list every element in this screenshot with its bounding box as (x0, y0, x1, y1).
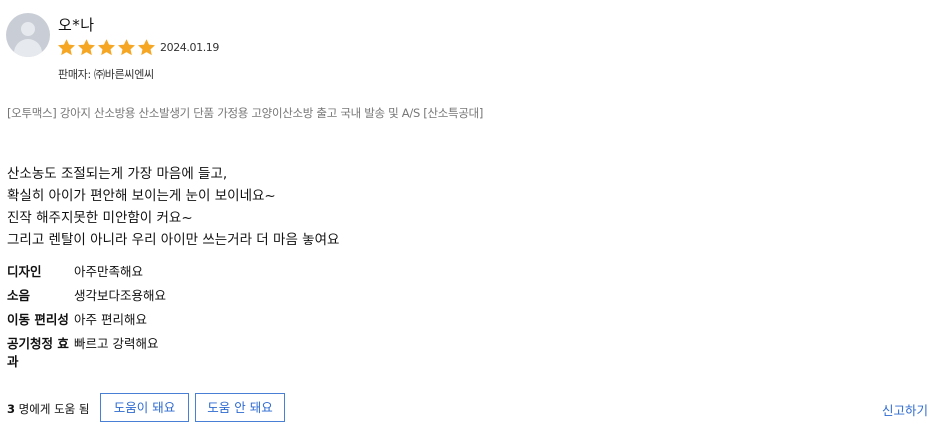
attribute-value: 빠르고 강력해요 (74, 336, 159, 351)
review-content: 산소농도 조절되는게 가장 마음에 들고, 확실히 아이가 편안해 보이는게 눈… (7, 163, 339, 251)
product-option: [오투맥스] 강아지 산소방용 산소발생기 단품 가정용 고양이산소방 출고 국… (7, 106, 484, 120)
review-content-line: 그리고 렌탈이 아니라 우리 아이만 쓰는거라 더 마음 놓여요 (7, 232, 340, 248)
star-icon (97, 38, 116, 57)
avatar-head (21, 22, 35, 36)
review-content-line: 진작 해주지못한 미안함이 커요~ (7, 210, 193, 226)
attribute-label: 소음 (7, 288, 31, 303)
attribute-value: 아주만족해요 (74, 264, 144, 279)
attribute-label: 공기청정 효 과 (7, 335, 73, 371)
star-icon (137, 38, 156, 57)
review-content-line: 산소농도 조절되는게 가장 마음에 들고, (7, 166, 228, 182)
helpful-count-suffix: 명에게 도움 됨 (15, 402, 90, 416)
star-icon (117, 38, 136, 57)
seller-name: 판매자: ㈜바른씨엔씨 (58, 68, 154, 81)
attribute-label: 이동 편리성 (7, 312, 69, 327)
star-icon (57, 38, 76, 57)
review-rating: 2024.01.19 (57, 38, 219, 57)
helpful-count-number: 3 (7, 402, 16, 416)
star-icon (77, 38, 96, 57)
review-content-line: 확실히 아이가 편안해 보이는게 눈이 보이네요~ (7, 188, 276, 204)
attribute-label: 디자인 (7, 264, 42, 279)
attribute-label-line: 공기청정 효 (7, 336, 69, 351)
review-date: 2024.01.19 (160, 41, 219, 54)
report-link[interactable]: 신고하기 (882, 400, 928, 419)
avatar (6, 13, 50, 57)
attribute-value: 아주 편리해요 (74, 312, 147, 327)
review-author: 오*나 (58, 16, 95, 34)
helpful-yes-button[interactable]: 도움이 돼요 (100, 393, 189, 422)
attribute-label-line: 과 (7, 354, 19, 369)
avatar-body (14, 39, 42, 57)
attribute-value: 생각보다조용해요 (74, 288, 167, 303)
helpful-count: 3 명에게 도움 됨 (7, 401, 89, 417)
helpful-no-button[interactable]: 도움 안 돼요 (195, 393, 285, 422)
